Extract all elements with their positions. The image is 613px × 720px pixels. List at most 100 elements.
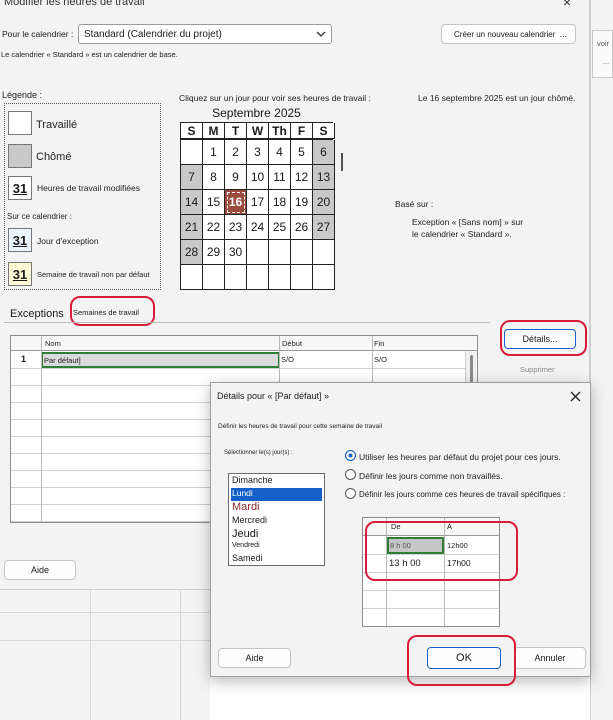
calendar-day[interactable]: 17 bbox=[247, 190, 269, 215]
calendar-day[interactable]: 14 bbox=[181, 190, 203, 215]
calendar-empty-cell bbox=[181, 140, 203, 165]
more-dots: ... bbox=[559, 29, 567, 39]
day-option-tuesday[interactable]: Mardi bbox=[231, 501, 322, 514]
row-number: 1 bbox=[21, 354, 27, 364]
calendar-day[interactable]: 23 bbox=[225, 215, 247, 240]
calendar-empty-cell bbox=[291, 265, 313, 290]
background-gantt-area bbox=[0, 590, 210, 720]
calendar-day[interactable]: 18 bbox=[269, 190, 291, 215]
calendar-select[interactable]: Standard (Calendrier du projet) bbox=[78, 24, 332, 44]
legend-on-this-calendar: Sur ce calendrier : bbox=[7, 212, 72, 221]
background-gridline bbox=[0, 640, 210, 641]
calendar-day[interactable]: 22 bbox=[203, 215, 225, 240]
calendar-day[interactable]: 9 bbox=[225, 165, 247, 190]
row-name-cell[interactable]: Par défaut] bbox=[41, 352, 280, 368]
calendar-day[interactable]: 2 bbox=[225, 140, 247, 165]
radio-nonworking[interactable] bbox=[345, 469, 356, 480]
calendar-day[interactable]: 21 bbox=[181, 215, 203, 240]
background-gridline bbox=[180, 590, 181, 720]
cancel-button[interactable]: Annuler bbox=[514, 647, 586, 669]
calendar-day[interactable]: 8 bbox=[203, 165, 225, 190]
calendar-empty-cell bbox=[247, 240, 269, 265]
calendar-scroll-indicator[interactable] bbox=[341, 153, 343, 171]
calendar-day[interactable]: 4 bbox=[269, 140, 291, 165]
calendar-day[interactable]: 30 bbox=[225, 240, 247, 265]
calendar-month-title: Septembre 2025 bbox=[212, 106, 301, 120]
based-on-label: Basé sur : bbox=[395, 199, 434, 209]
worked-swatch bbox=[8, 111, 32, 135]
weekday-label: M bbox=[203, 123, 225, 139]
calendar-empty-cell bbox=[181, 265, 203, 290]
row-name-value: Par défaut] bbox=[44, 356, 81, 365]
table-scrollbar-thumb[interactable] bbox=[470, 355, 473, 383]
annotation-circle-hours bbox=[365, 521, 518, 581]
calendar-day[interactable]: 28 bbox=[181, 240, 203, 265]
calendar-day[interactable]: 6 bbox=[313, 140, 335, 165]
table-row[interactable]: 1 Par défaut] S/O S/O bbox=[11, 351, 477, 369]
calendar-day[interactable]: 3 bbox=[247, 140, 269, 165]
day-option-sunday[interactable]: Dimanche bbox=[231, 475, 322, 488]
column-header-name: Nom bbox=[45, 339, 61, 348]
calendar-empty-cell bbox=[225, 265, 247, 290]
tab-exceptions[interactable]: Exceptions bbox=[10, 308, 64, 320]
modified-hours-swatch: 31 bbox=[8, 176, 32, 200]
radio-default-hours[interactable] bbox=[345, 450, 356, 461]
background-gridline bbox=[90, 590, 91, 720]
click-day-hint: Cliquez sur un jour pour voir ses heures… bbox=[179, 93, 371, 103]
legend-nonworked: Chômé bbox=[36, 151, 72, 163]
calendar-day[interactable]: 10 bbox=[247, 165, 269, 190]
row-end-value: S/O bbox=[374, 355, 387, 364]
nondefault-week-swatch: 31 bbox=[8, 262, 32, 286]
day-option-wednesday[interactable]: Mercredi bbox=[231, 515, 322, 528]
create-new-calendar-label: Créer un nouveau calendrier bbox=[454, 29, 556, 39]
calendar-day[interactable]: 1 bbox=[203, 140, 225, 165]
calendar-day[interactable]: 7 bbox=[181, 165, 203, 190]
weekday-label: F bbox=[291, 123, 313, 139]
exception-day-swatch: 31 bbox=[8, 228, 32, 252]
weekday-label: S bbox=[313, 123, 335, 139]
based-on-line2: le calendrier « Standard ». bbox=[412, 229, 512, 239]
annotation-circle-details bbox=[500, 320, 587, 356]
days-listbox[interactable]: Dimanche Lundi Mardi Mercredi Jeudi Vend… bbox=[228, 473, 325, 566]
legend-worked: Travaillé bbox=[36, 119, 78, 131]
close-icon[interactable] bbox=[570, 391, 581, 402]
legend-exception-day: Jour d'exception bbox=[37, 236, 99, 246]
side-label: voir bbox=[597, 39, 610, 48]
nonworked-swatch bbox=[8, 144, 32, 168]
calendar-day[interactable]: 26 bbox=[291, 215, 313, 240]
calendar-day[interactable]: 5 bbox=[291, 140, 313, 165]
day-option-monday[interactable]: Lundi bbox=[231, 488, 322, 501]
calendar-day[interactable]: 27 bbox=[313, 215, 335, 240]
row-start-value: S/O bbox=[281, 355, 294, 364]
base-calendar-note: Le calendrier « Standard » est un calend… bbox=[1, 50, 178, 59]
month-calendar: S M T W Th F S 1 2 3 4 5 6 7 8 9 10 11 12 13 14 15 16 17 18 19 20… bbox=[180, 122, 335, 290]
calendar-day[interactable]: 20 bbox=[313, 190, 335, 215]
calendar-day[interactable]: 19 bbox=[291, 190, 313, 215]
based-on-line1: Exception « [Sans nom] » sur bbox=[412, 217, 524, 227]
dialog-title: Modifier les heures de travail bbox=[4, 0, 145, 8]
calendar-day[interactable]: 16 bbox=[225, 190, 247, 215]
weekday-header: S M T W Th F S bbox=[180, 122, 335, 139]
hours-row-line bbox=[363, 590, 499, 591]
delete-button[interactable]: Supprimer bbox=[520, 365, 555, 374]
calendar-day[interactable]: 25 bbox=[269, 215, 291, 240]
calendar-day[interactable]: 24 bbox=[247, 215, 269, 240]
chevron-down-icon bbox=[316, 31, 326, 37]
calendar-day[interactable]: 29 bbox=[203, 240, 225, 265]
weekday-label: T bbox=[225, 123, 247, 139]
help-button[interactable]: Aide bbox=[218, 648, 291, 668]
day-option-saturday[interactable]: Samedi bbox=[231, 553, 322, 566]
side-dots: ... bbox=[603, 57, 610, 66]
calendar-day[interactable]: 11 bbox=[269, 165, 291, 190]
details-dialog: Détails pour « [Par défaut] » Définir le… bbox=[210, 382, 591, 677]
help-button[interactable]: Aide bbox=[4, 560, 76, 580]
table-header-row: Nom Début Fin bbox=[11, 336, 477, 351]
create-new-calendar-button[interactable]: Créer un nouveau calendrier ... bbox=[441, 24, 576, 44]
calendar-day[interactable]: 13 bbox=[313, 165, 335, 190]
day-option-thursday[interactable]: Jeudi bbox=[231, 528, 322, 541]
close-icon[interactable]: × bbox=[563, 0, 571, 10]
hours-row-line bbox=[363, 608, 499, 609]
calendar-day[interactable]: 12 bbox=[291, 165, 313, 190]
radio-specific-hours[interactable] bbox=[345, 488, 356, 499]
calendar-day[interactable]: 15 bbox=[203, 190, 225, 215]
